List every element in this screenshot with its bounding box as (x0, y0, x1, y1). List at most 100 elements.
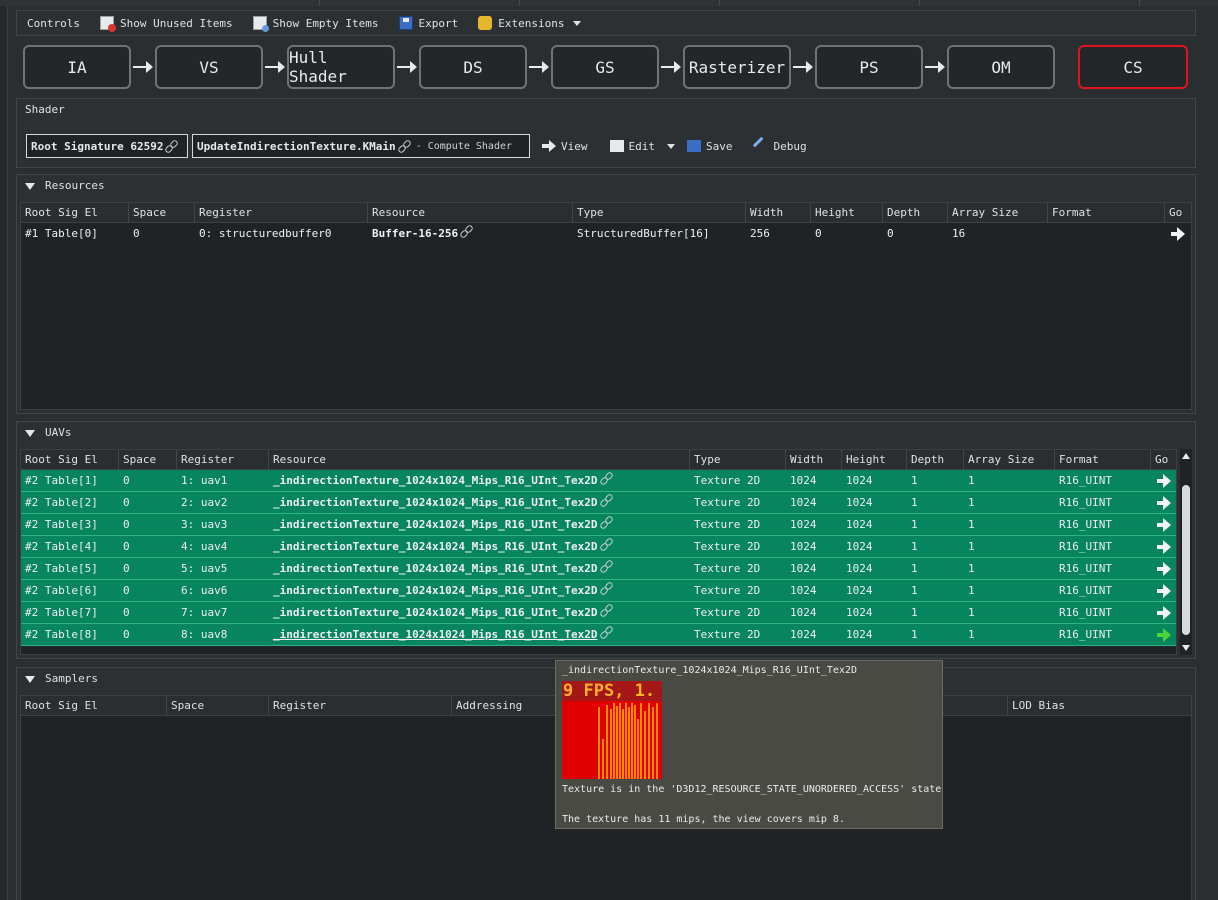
link-icon[interactable] (600, 538, 612, 550)
stage-hull-shader[interactable]: Hull Shader (287, 45, 395, 89)
stage-ia[interactable]: IA (23, 45, 131, 89)
link-icon[interactable] (600, 582, 612, 594)
column-header[interactable]: Width (786, 450, 842, 470)
extensions-button[interactable]: Extensions (468, 11, 590, 35)
cell-resource[interactable]: _indirectionTexture_1024x1024_Mips_R16_U… (269, 492, 690, 514)
uavs-scrollbar[interactable] (1180, 449, 1192, 655)
column-header[interactable]: Register (269, 696, 452, 716)
chevron-down-icon[interactable] (572, 20, 581, 26)
resource-name[interactable]: _indirectionTexture_1024x1024_Mips_R16_U… (273, 606, 598, 619)
go-arrow-icon[interactable] (1157, 606, 1171, 620)
cell-resource[interactable]: _indirectionTexture_1024x1024_Mips_R16_U… (269, 470, 690, 492)
table-row[interactable]: #2 Table[3] 0 3: uav3 _indirectionTextur… (21, 514, 1176, 536)
show-unused-button[interactable]: Show Unused Items (90, 11, 243, 35)
cell-resource[interactable]: _indirectionTexture_1024x1024_Mips_R16_U… (269, 624, 690, 646)
column-header[interactable]: Height (842, 450, 907, 470)
go-arrow-icon[interactable] (1157, 496, 1171, 510)
go-arrow-icon[interactable] (1171, 227, 1185, 241)
go-arrow-icon[interactable] (1157, 518, 1171, 532)
shader-entry-field[interactable]: UpdateIndirectionTexture.KMain - Compute… (192, 134, 530, 158)
collapse-triangle-icon[interactable] (25, 182, 35, 190)
stage-vs[interactable]: VS (155, 45, 263, 89)
cell-resource[interactable]: _indirectionTexture_1024x1024_Mips_R16_U… (269, 602, 690, 624)
table-row[interactable]: #2 Table[6] 0 6: uav6 _indirectionTextur… (21, 580, 1176, 602)
link-icon[interactable] (600, 472, 612, 484)
resource-name[interactable]: _indirectionTexture_1024x1024_Mips_R16_U… (273, 562, 598, 575)
link-icon[interactable] (600, 494, 612, 506)
column-header[interactable]: Depth (907, 450, 964, 470)
resources-header[interactable]: Resources (17, 175, 1195, 197)
table-row[interactable]: #1 Table[0] 0 0: structuredbuffer0 Buffe… (21, 223, 1191, 245)
scrollbar-thumb[interactable] (1182, 485, 1190, 635)
table-row[interactable]: #2 Table[7] 0 7: uav7 _indirectionTextur… (21, 602, 1176, 624)
column-header[interactable]: Root Sig El (21, 696, 167, 716)
edit-button[interactable]: Edit (609, 140, 675, 153)
go-arrow-icon[interactable] (1157, 584, 1171, 598)
resource-name[interactable]: Buffer-16-256 (372, 227, 458, 240)
column-header[interactable]: Resource (269, 450, 690, 470)
resource-name[interactable]: _indirectionTexture_1024x1024_Mips_R16_U… (273, 628, 598, 641)
column-header[interactable]: Width (746, 203, 811, 223)
table-row[interactable]: #2 Table[4] 0 4: uav4 _indirectionTextur… (21, 536, 1176, 558)
table-row-hovered[interactable]: #2 Table[8] 0 8: uav8 _indirectionTextur… (21, 624, 1176, 646)
cell-resource[interactable]: Buffer-16-256 (368, 223, 573, 245)
root-signature-field[interactable]: Root Signature 62592 (26, 134, 188, 158)
cell-resource[interactable]: _indirectionTexture_1024x1024_Mips_R16_U… (269, 536, 690, 558)
column-header[interactable]: Register (177, 450, 269, 470)
scroll-up-icon[interactable] (1182, 453, 1190, 459)
column-header[interactable]: Go (1165, 203, 1191, 223)
column-header[interactable]: Go (1151, 450, 1176, 470)
view-button[interactable]: View (542, 140, 588, 153)
column-header[interactable]: Format (1055, 450, 1151, 470)
collapse-triangle-icon[interactable] (25, 429, 35, 437)
link-icon[interactable] (460, 225, 472, 237)
column-header[interactable]: Resource (368, 203, 573, 223)
save-button[interactable]: Save (687, 140, 733, 153)
column-header[interactable]: Root Sig El (21, 203, 129, 223)
resource-name[interactable]: _indirectionTexture_1024x1024_Mips_R16_U… (273, 474, 598, 487)
column-header[interactable]: Type (690, 450, 786, 470)
column-header[interactable]: Format (1048, 203, 1165, 223)
link-icon[interactable] (398, 140, 410, 152)
uavs-header[interactable]: UAVs (17, 422, 1195, 444)
link-icon[interactable] (165, 140, 177, 152)
chevron-down-icon[interactable] (667, 143, 675, 149)
link-icon[interactable] (600, 604, 612, 616)
link-icon[interactable] (600, 516, 612, 528)
column-header[interactable]: Depth (883, 203, 948, 223)
stage-cs[interactable]: CS (1078, 45, 1188, 89)
scroll-down-icon[interactable] (1182, 645, 1190, 651)
go-arrow-icon[interactable] (1157, 474, 1171, 488)
column-header[interactable]: LOD Bias (1008, 696, 1191, 716)
stage-gs[interactable]: GS (551, 45, 659, 89)
go-arrow-icon[interactable] (1157, 540, 1171, 554)
stage-om[interactable]: OM (947, 45, 1055, 89)
column-header[interactable]: Array Size (964, 450, 1055, 470)
column-header[interactable]: Array Size (948, 203, 1048, 223)
go-arrow-icon[interactable] (1157, 562, 1171, 576)
cell-resource[interactable]: _indirectionTexture_1024x1024_Mips_R16_U… (269, 514, 690, 536)
cell-resource[interactable]: _indirectionTexture_1024x1024_Mips_R16_U… (269, 580, 690, 602)
table-row[interactable]: #2 Table[1] 0 1: uav1 _indirectionTextur… (21, 470, 1176, 492)
cell-resource[interactable]: _indirectionTexture_1024x1024_Mips_R16_U… (269, 558, 690, 580)
stage-rasterizer[interactable]: Rasterizer (683, 45, 791, 89)
debug-button[interactable]: Debug (752, 136, 807, 156)
go-arrow-icon[interactable] (1157, 628, 1171, 642)
column-header[interactable]: Register (195, 203, 368, 223)
export-button[interactable]: Export (389, 11, 469, 35)
column-header[interactable]: Space (167, 696, 269, 716)
table-row[interactable]: #2 Table[2] 0 2: uav2 _indirectionTextur… (21, 492, 1176, 514)
column-header[interactable]: Space (129, 203, 195, 223)
table-row[interactable]: #2 Table[5] 0 5: uav5 _indirectionTextur… (21, 558, 1176, 580)
collapse-triangle-icon[interactable] (25, 675, 35, 683)
resource-name[interactable]: _indirectionTexture_1024x1024_Mips_R16_U… (273, 584, 598, 597)
link-icon[interactable] (600, 560, 612, 572)
column-header[interactable]: Height (811, 203, 883, 223)
stage-ps[interactable]: PS (815, 45, 923, 89)
resource-name[interactable]: _indirectionTexture_1024x1024_Mips_R16_U… (273, 518, 598, 531)
stage-ds[interactable]: DS (419, 45, 527, 89)
column-header[interactable]: Type (573, 203, 746, 223)
column-header[interactable]: Root Sig El (21, 450, 119, 470)
column-header[interactable]: Space (119, 450, 177, 470)
resource-name[interactable]: _indirectionTexture_1024x1024_Mips_R16_U… (273, 496, 598, 509)
